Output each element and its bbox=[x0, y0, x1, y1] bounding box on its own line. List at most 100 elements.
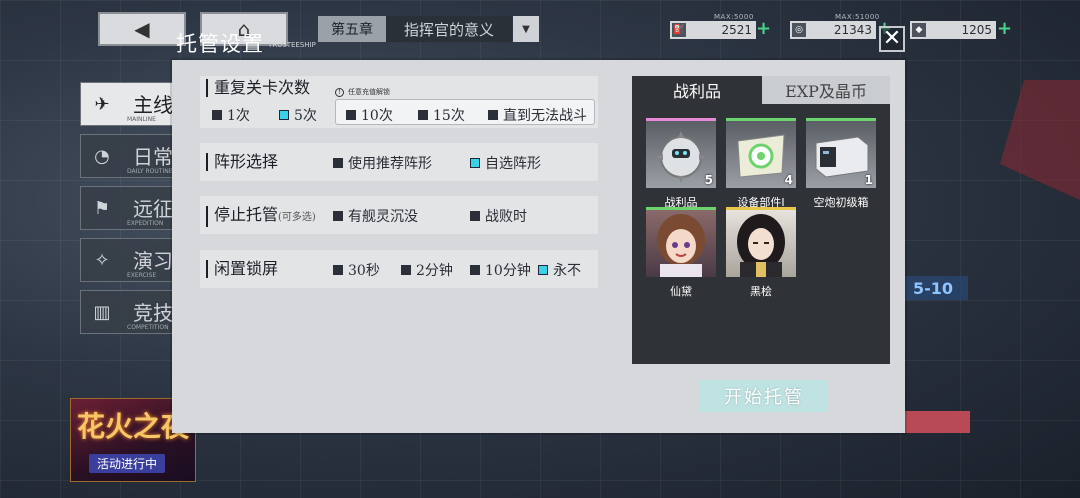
option-label: 战败时 bbox=[485, 209, 527, 225]
formation-title: 阵形选择 bbox=[206, 153, 278, 171]
stop-title: 停止托管(可多选) bbox=[206, 206, 316, 227]
repeat-option-1[interactable]: 1次 bbox=[212, 105, 250, 125]
map-stage-node[interactable]: 5-10 bbox=[898, 276, 968, 300]
stop-title-text: 停止托管 bbox=[214, 205, 279, 224]
checkbox[interactable] bbox=[212, 110, 222, 120]
reward-item-equip-part[interactable]: 4 bbox=[726, 118, 796, 188]
reward-count: 5 bbox=[704, 173, 713, 187]
option-label: 永不 bbox=[553, 263, 581, 279]
checkbox[interactable] bbox=[333, 158, 343, 168]
repeat-option-until-defeat[interactable]: 直到无法战斗 bbox=[488, 105, 587, 125]
option-label: 30秒 bbox=[348, 263, 380, 279]
formation-recommended[interactable]: 使用推荐阵形 bbox=[333, 153, 432, 173]
formation-custom[interactable]: 自选阵形 bbox=[470, 153, 541, 173]
menu-exercise-sub: EXERCISE bbox=[127, 272, 157, 279]
back-button[interactable]: ◀ bbox=[98, 12, 186, 46]
dialog-title: 托管设置 bbox=[176, 32, 264, 56]
checkbox[interactable] bbox=[418, 110, 428, 120]
back-arrow-icon: ◀ bbox=[134, 17, 150, 41]
option-label: 使用推荐阵形 bbox=[348, 156, 432, 172]
character-portrait bbox=[726, 210, 796, 277]
reward-count: 4 bbox=[784, 173, 793, 187]
diamond-add-button[interactable]: + bbox=[997, 19, 1012, 39]
start-trusteeship-button[interactable]: 开始托管 bbox=[700, 380, 828, 412]
reward-item-xiandai[interactable] bbox=[646, 207, 716, 277]
event-status: 活动进行中 bbox=[89, 454, 166, 473]
exercise-icon: ✧ bbox=[94, 249, 110, 271]
checkbox-checked[interactable] bbox=[279, 110, 289, 120]
coin-max: MAX:51000 bbox=[835, 13, 880, 21]
menu-expedition-sub: EXPEDITION bbox=[127, 220, 164, 227]
option-label: 15次 bbox=[433, 108, 465, 124]
reward-count: 1 bbox=[864, 173, 873, 187]
repeat-option-10[interactable]: 10次 bbox=[346, 105, 393, 125]
dialog-title-en: TRUSTEESHIP bbox=[268, 41, 316, 49]
reward-label: 空炮初级箱 bbox=[813, 196, 869, 209]
mainline-icon: ✈ bbox=[94, 93, 110, 115]
idle-2min[interactable]: 2分钟 bbox=[401, 260, 453, 280]
chapter-dropdown[interactable]: ▼ bbox=[513, 16, 539, 42]
checkbox[interactable] bbox=[333, 211, 343, 221]
daily-icon: ◔ bbox=[94, 145, 110, 167]
idle-title: 闲置锁屏 bbox=[206, 260, 278, 278]
chapter-name: 指挥官的意义 bbox=[386, 16, 512, 42]
checkbox[interactable] bbox=[470, 211, 480, 221]
diamond-icon: ◆ bbox=[912, 23, 926, 37]
chevron-down-icon: ▼ bbox=[522, 23, 530, 35]
checkbox[interactable] bbox=[333, 265, 343, 275]
close-icon: ✕ bbox=[882, 26, 902, 51]
coin-icon: ◎ bbox=[792, 23, 806, 37]
repeat-option-15[interactable]: 15次 bbox=[418, 105, 465, 125]
tab-loot[interactable]: 战利品 bbox=[632, 76, 762, 104]
repeat-option-5[interactable]: 5次 bbox=[279, 105, 317, 125]
option-label: 1次 bbox=[227, 108, 250, 124]
stop-on-defeat[interactable]: 战败时 bbox=[470, 206, 527, 226]
idle-30s[interactable]: 30秒 bbox=[333, 260, 380, 280]
checkbox-checked[interactable] bbox=[538, 265, 548, 275]
reward-item-heihui[interactable] bbox=[726, 207, 796, 277]
checkbox[interactable] bbox=[470, 265, 480, 275]
checkbox[interactable] bbox=[488, 110, 498, 120]
fuel-icon: ⛽ bbox=[672, 23, 686, 37]
option-label: 10分钟 bbox=[485, 263, 531, 279]
diamond-counter: ◆ 1205 bbox=[910, 21, 996, 39]
idle-10min[interactable]: 10分钟 bbox=[470, 260, 531, 280]
option-label: 10次 bbox=[361, 108, 393, 124]
checkbox-checked[interactable] bbox=[470, 158, 480, 168]
close-button[interactable]: ✕ bbox=[879, 26, 905, 52]
menu-competition-label: 竞技 bbox=[133, 301, 173, 325]
diamond-value: 1205 bbox=[961, 23, 992, 37]
menu-daily-label: 日常 bbox=[133, 145, 173, 169]
idle-never[interactable]: 永不 bbox=[538, 260, 581, 280]
stop-note: (可多选) bbox=[278, 212, 316, 223]
checkbox[interactable] bbox=[346, 110, 356, 120]
menu-exercise-label: 演习 bbox=[133, 249, 173, 273]
unlock-warning: ! 任意充值解锁 bbox=[335, 87, 390, 97]
reward-item-loot[interactable]: 5 bbox=[646, 118, 716, 188]
stop-ship-sunk[interactable]: 有舰灵沉没 bbox=[333, 206, 418, 226]
fuel-value: 2521 bbox=[721, 23, 752, 37]
reward-item-cannon-box[interactable]: 1 bbox=[806, 118, 876, 188]
fuel-counter: ⛽ 2521 bbox=[670, 21, 756, 39]
character-portrait bbox=[646, 210, 716, 277]
unlock-warning-text: 任意充值解锁 bbox=[348, 88, 390, 96]
option-label: 2分钟 bbox=[416, 263, 453, 279]
chapter-number: 第五章 bbox=[318, 16, 386, 42]
reward-label: 黑桧 bbox=[750, 285, 772, 298]
warning-icon: ! bbox=[335, 87, 344, 97]
option-label: 5次 bbox=[294, 108, 317, 124]
map-red-marker bbox=[900, 411, 970, 433]
coin-counter: ◎ 21343 bbox=[790, 21, 876, 39]
flag-icon: ⚑ bbox=[93, 197, 111, 219]
option-label: 自选阵形 bbox=[485, 156, 541, 172]
checkbox[interactable] bbox=[401, 265, 411, 275]
menu-daily-sub: DAILY ROUTINE bbox=[127, 168, 173, 175]
reward-label: 仙黛 bbox=[670, 285, 692, 298]
fuel-max: MAX:5000 bbox=[714, 13, 754, 21]
option-label: 有舰灵沉没 bbox=[348, 209, 418, 225]
fuel-add-button[interactable]: + bbox=[756, 19, 771, 39]
coin-value: 21343 bbox=[833, 23, 872, 37]
menu-mainline-sub: MAINLINE bbox=[127, 116, 156, 123]
menu-competition-sub: COMPETITION bbox=[127, 324, 169, 331]
tab-exp-coins[interactable]: EXP及晶币 bbox=[762, 76, 890, 104]
